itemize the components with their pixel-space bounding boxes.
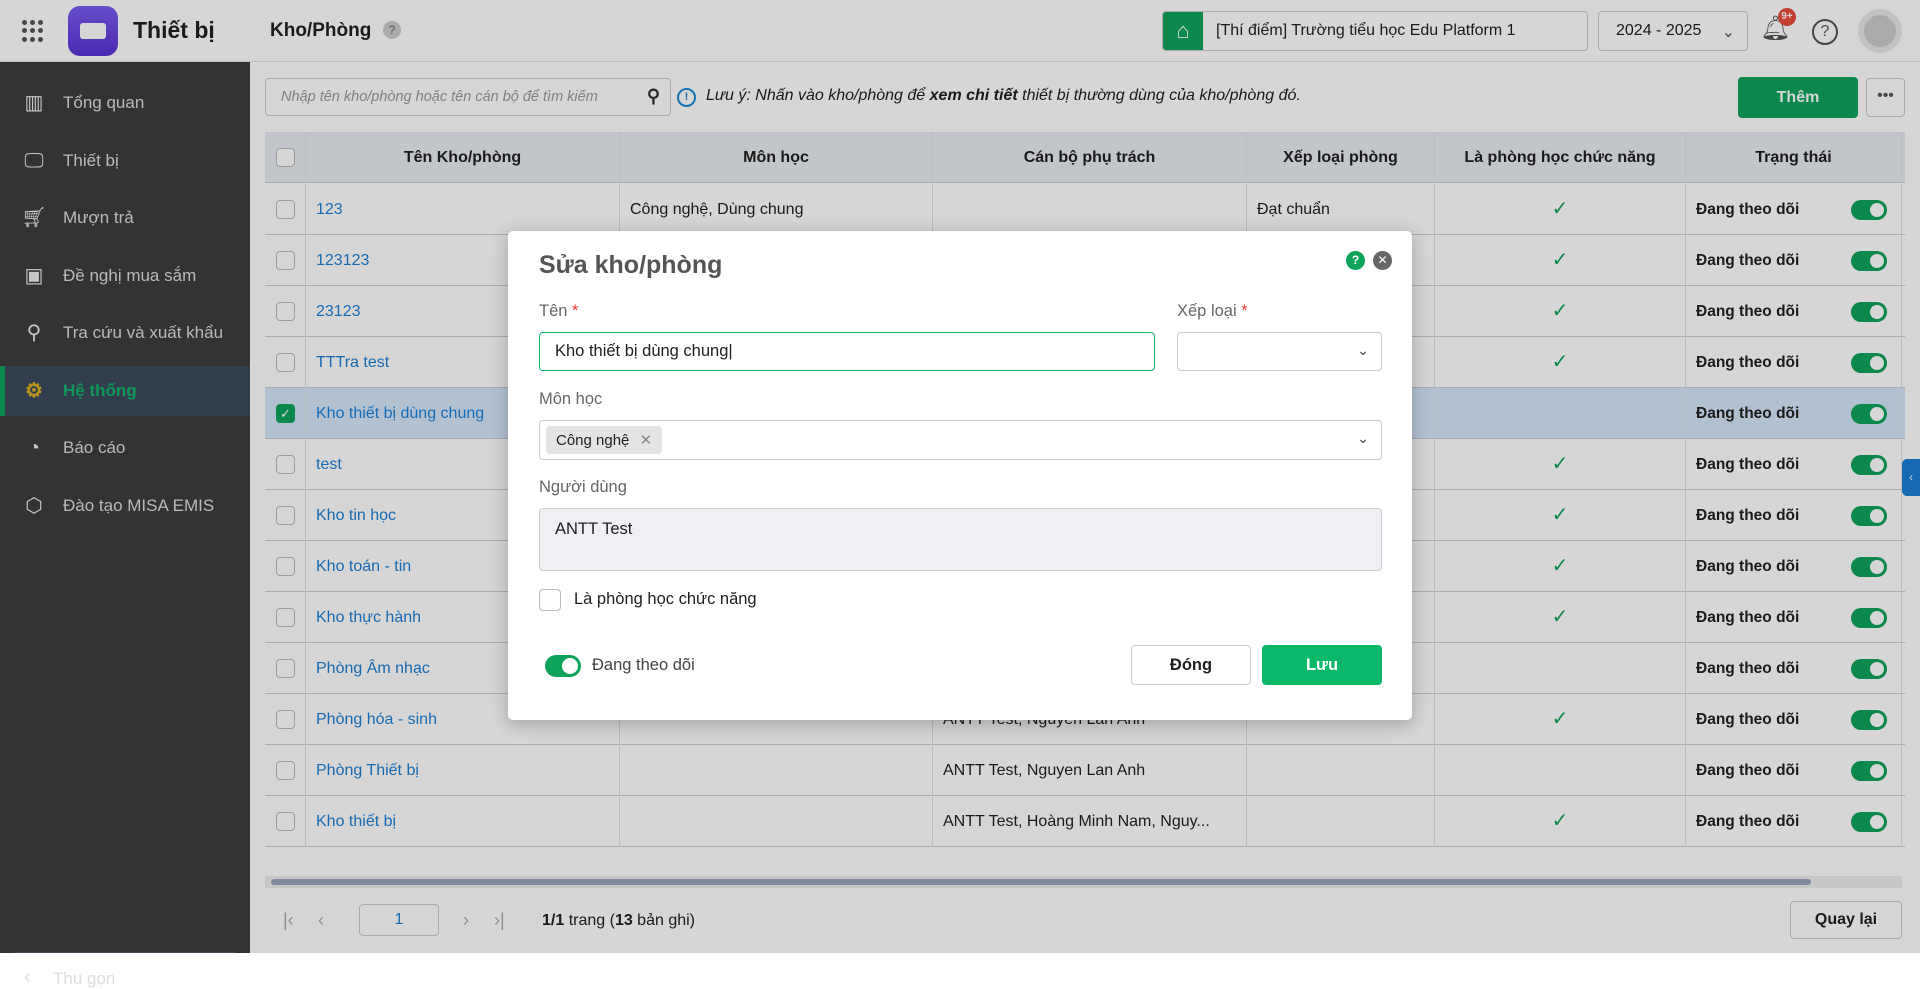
close-button[interactable]: Đóng xyxy=(1131,645,1251,685)
functional-label: Là phòng học chức năng xyxy=(574,590,757,608)
chevron-left-icon: ‹ xyxy=(24,966,31,988)
tracking-toggle[interactable] xyxy=(545,655,581,677)
remove-chip-icon[interactable]: ✕ xyxy=(640,432,653,449)
functional-checkbox[interactable] xyxy=(539,589,561,611)
rank-label: Xếp loại * xyxy=(1177,302,1248,320)
close-icon[interactable]: ✕ xyxy=(1373,251,1392,270)
edit-room-dialog: Sửa kho/phòng ? ✕ Tên * Kho thiết bị dùn… xyxy=(508,231,1412,720)
users-field[interactable]: ANTT Test xyxy=(539,508,1382,571)
name-input[interactable]: Kho thiết bị dùng chung| xyxy=(539,332,1155,371)
tracking-label: Đang theo dõi xyxy=(592,656,695,674)
dialog-title: Sửa kho/phòng xyxy=(539,251,723,279)
rank-select[interactable]: ⌄ xyxy=(1177,332,1382,371)
subject-chip: Công nghệ ✕ xyxy=(546,426,663,454)
save-button[interactable]: Lưu xyxy=(1262,645,1382,685)
subject-label: Môn học xyxy=(539,390,603,408)
chevron-down-icon: ⌄ xyxy=(1357,342,1369,358)
subject-select[interactable]: Công nghệ ✕ ⌄ xyxy=(539,420,1382,460)
name-label: Tên * xyxy=(539,302,579,320)
users-label: Người dùng xyxy=(539,478,627,496)
dialog-help-icon[interactable]: ? xyxy=(1346,251,1365,270)
chevron-down-icon: ⌄ xyxy=(1357,430,1369,446)
collapse-label: Thu gọn xyxy=(53,969,116,988)
